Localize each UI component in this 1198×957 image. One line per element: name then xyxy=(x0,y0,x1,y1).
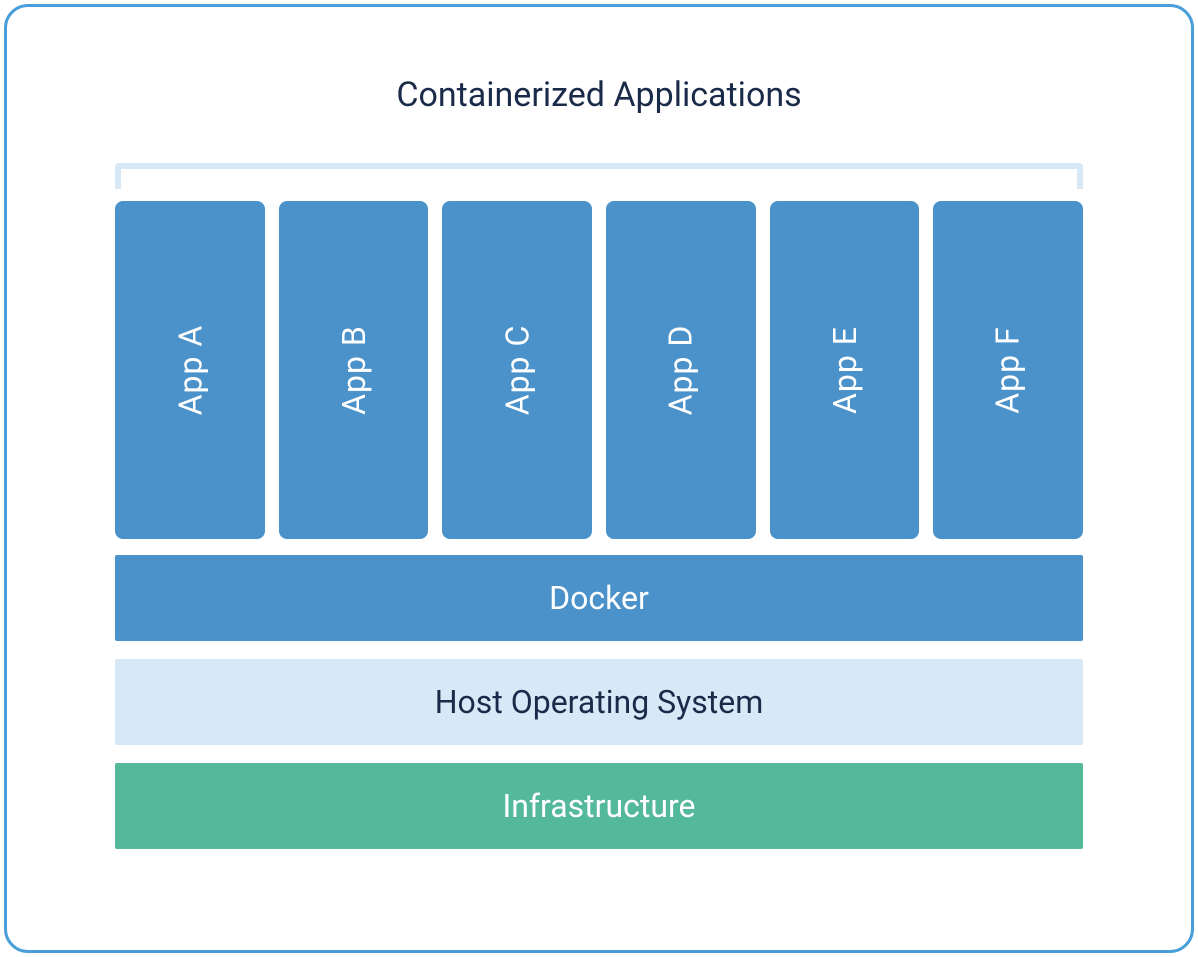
docker-label: Docker xyxy=(549,579,649,617)
app-label: App D xyxy=(662,325,700,416)
app-box-c: App C xyxy=(442,201,592,539)
app-box-a: App A xyxy=(115,201,265,539)
diagram-title: Containerized Applications xyxy=(115,75,1083,115)
infrastructure-label: Infrastructure xyxy=(503,787,696,825)
app-label: App C xyxy=(498,325,536,416)
host-os-layer: Host Operating System xyxy=(115,659,1083,745)
app-box-d: App D xyxy=(606,201,756,539)
host-os-label: Host Operating System xyxy=(435,683,764,721)
app-label: App F xyxy=(989,326,1027,413)
apps-bracket xyxy=(115,163,1083,189)
app-box-f: App F xyxy=(933,201,1083,539)
infrastructure-layer: Infrastructure xyxy=(115,763,1083,849)
app-box-e: App E xyxy=(770,201,920,539)
docker-layer: Docker xyxy=(115,555,1083,641)
app-label: App B xyxy=(335,325,373,415)
apps-row: App A App B App C App D App E App F xyxy=(115,201,1083,539)
diagram-frame: Containerized Applications App A App B A… xyxy=(4,4,1194,953)
app-label: App A xyxy=(171,325,209,416)
app-label: App E xyxy=(826,326,864,414)
app-box-b: App B xyxy=(279,201,429,539)
